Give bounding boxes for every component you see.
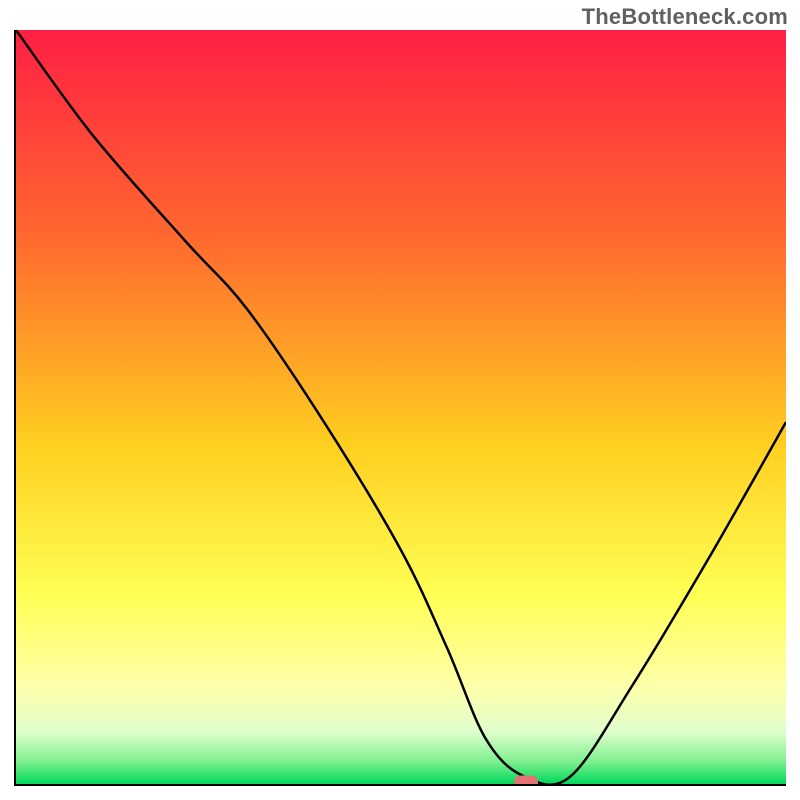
plot-svg bbox=[16, 30, 786, 784]
plot-area bbox=[14, 30, 786, 786]
gradient-fill bbox=[16, 30, 786, 784]
optimal-marker bbox=[514, 776, 538, 786]
watermark-text: TheBottleneck.com bbox=[582, 4, 788, 30]
chart-frame: TheBottleneck.com bbox=[0, 0, 800, 800]
